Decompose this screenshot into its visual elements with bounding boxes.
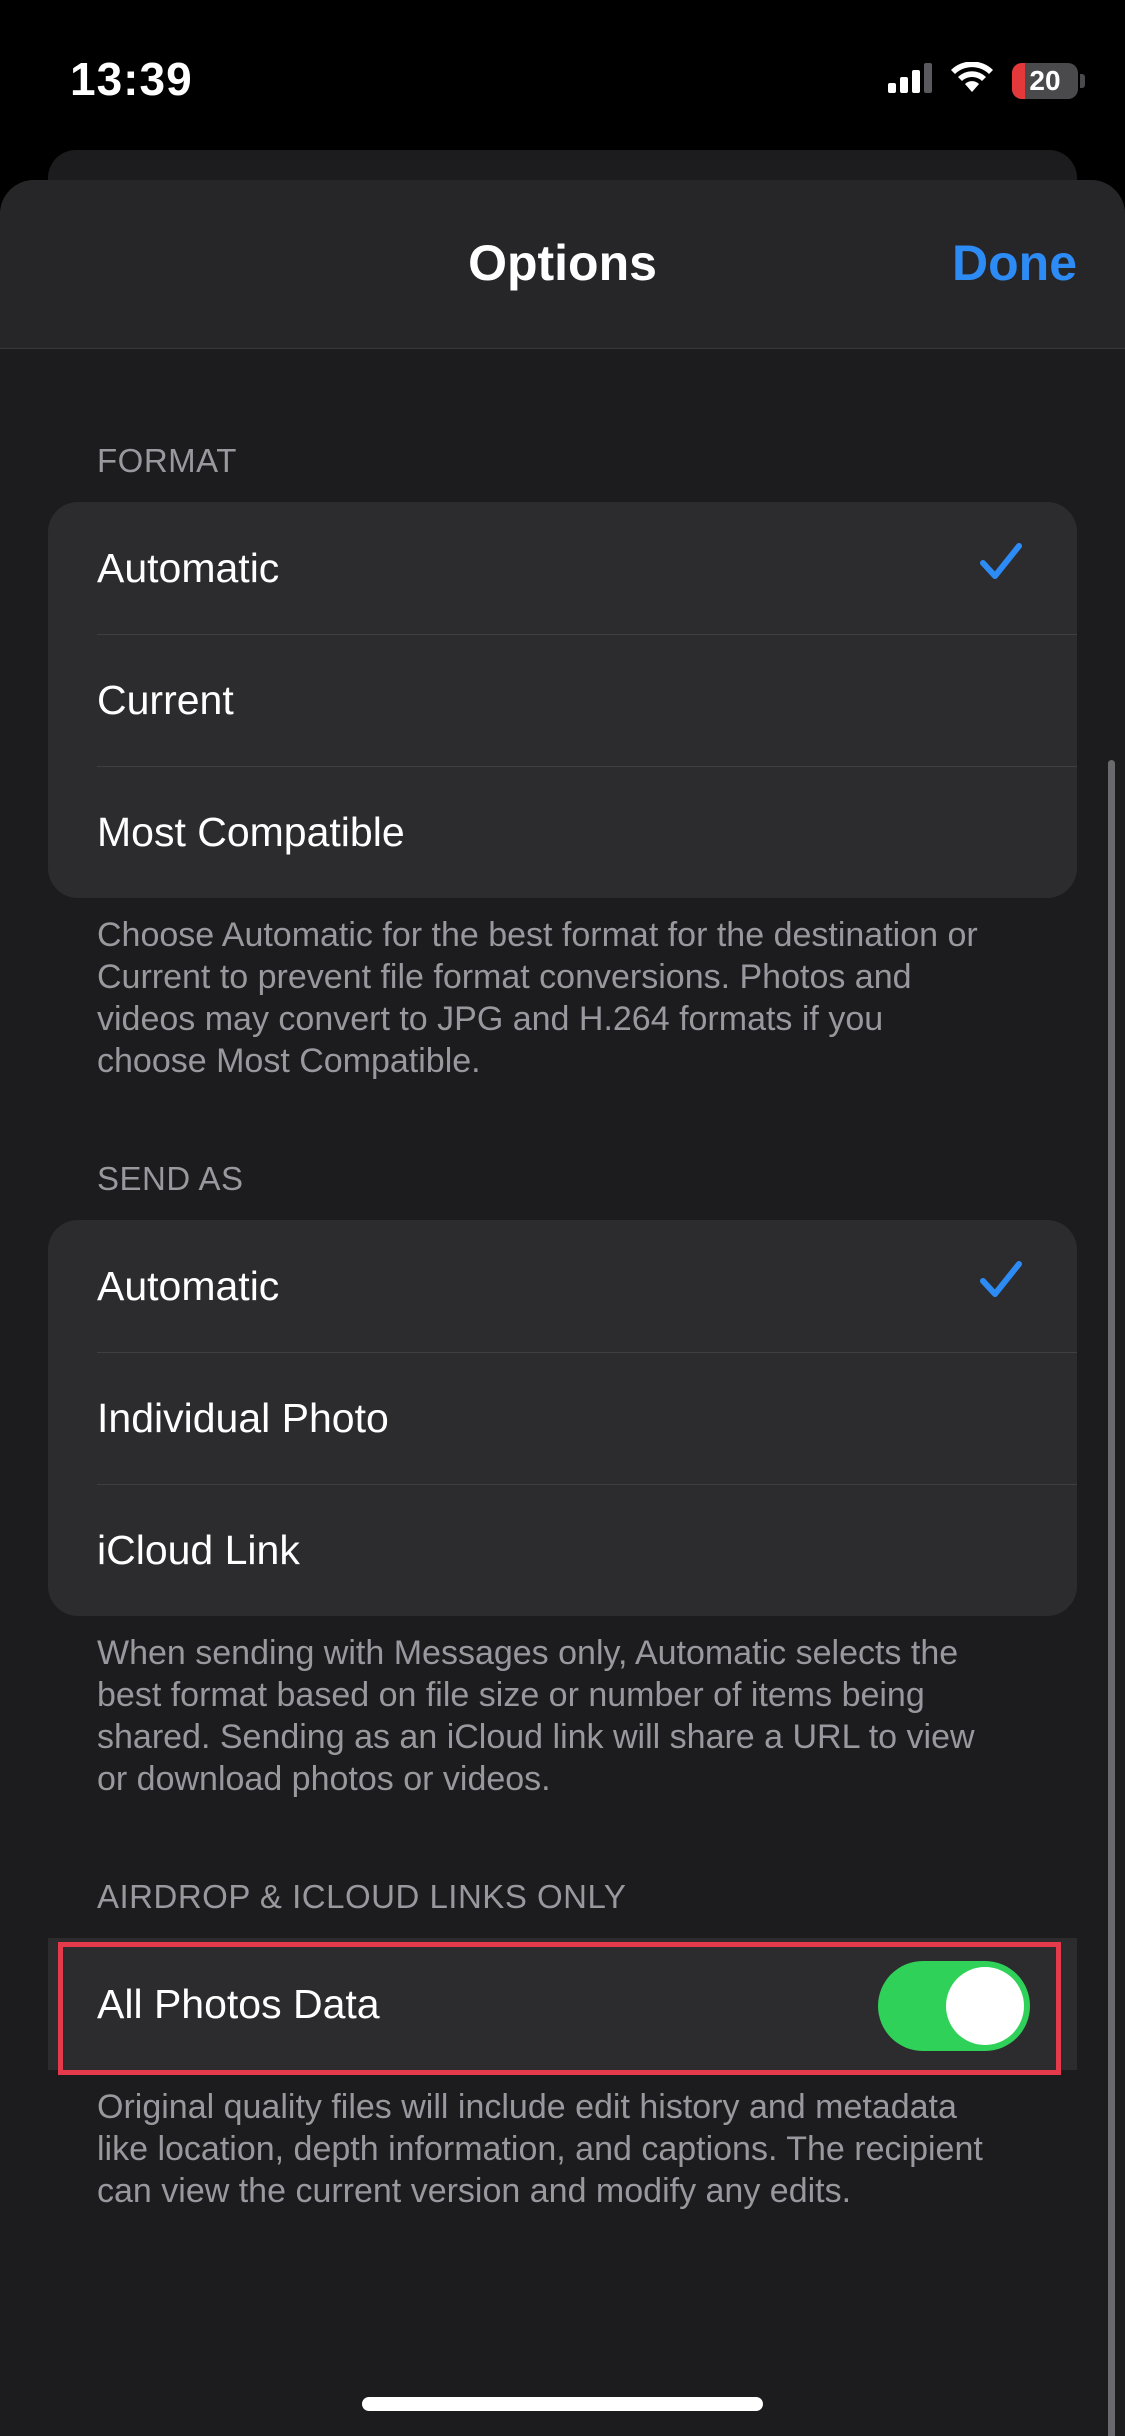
format-option-most-compatible[interactable]: Most Compatible xyxy=(48,766,1077,898)
cellular-signal-icon xyxy=(888,63,932,98)
send-as-footnote: When sending with Messages only, Automat… xyxy=(97,1634,975,1798)
status-bar: 13:39 20 xyxy=(0,0,1125,150)
status-time: 13:39 xyxy=(70,53,193,105)
checkmark-icon xyxy=(980,1260,1022,1305)
send-as-option-individual-photo[interactable]: Individual Photo xyxy=(48,1352,1077,1484)
send-as-option-icloud-link[interactable]: iCloud Link xyxy=(48,1484,1077,1616)
sheet-header: Options Done xyxy=(0,180,1125,349)
send-as-option-label: iCloud Link xyxy=(97,1526,300,1573)
done-button[interactable]: Done xyxy=(952,234,1077,292)
battery-icon: 20 xyxy=(1012,62,1085,99)
format-option-label: Automatic xyxy=(97,544,280,591)
send-as-section-header: SEND AS xyxy=(97,1160,244,1197)
highlight-box xyxy=(58,1942,1061,2075)
format-footnote: Choose Automatic for the best format for… xyxy=(97,916,978,1080)
scrollbar[interactable] xyxy=(1108,760,1115,2436)
battery-cap xyxy=(1080,73,1085,88)
send-as-option-label: Individual Photo xyxy=(97,1394,389,1441)
battery-fill xyxy=(1012,62,1026,99)
format-option-automatic[interactable]: Automatic xyxy=(48,502,1077,634)
status-icons: 20 xyxy=(888,61,1085,99)
format-option-label: Most Compatible xyxy=(97,808,405,855)
format-section-header: FORMAT xyxy=(97,442,237,479)
checkmark-icon xyxy=(980,542,1022,587)
battery-indicator: 20 xyxy=(1012,62,1078,99)
send-as-option-automatic[interactable]: Automatic xyxy=(48,1220,1077,1352)
wifi-icon xyxy=(950,61,994,99)
format-option-label: Current xyxy=(97,676,234,723)
send-as-option-label: Automatic xyxy=(97,1262,280,1309)
options-sheet: Options Done FORMAT Automatic Current Mo… xyxy=(0,180,1125,2436)
battery-level: 20 xyxy=(1029,64,1061,96)
home-indicator[interactable] xyxy=(362,2397,763,2411)
format-option-current[interactable]: Current xyxy=(48,634,1077,766)
format-options-group: Automatic Current Most Compatible xyxy=(48,502,1077,898)
airdrop-footnote: Original quality files will include edit… xyxy=(97,2088,983,2210)
airdrop-section-header: AIRDROP & ICLOUD LINKS ONLY xyxy=(97,1878,627,1915)
send-as-options-group: Automatic Individual Photo iCloud Link xyxy=(48,1220,1077,1616)
